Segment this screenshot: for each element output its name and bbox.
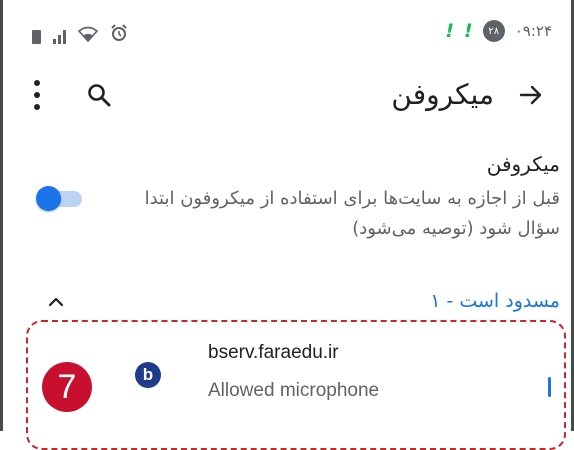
search-icon[interactable]: [86, 82, 112, 108]
notification-count-badge: ۲۸: [482, 20, 505, 42]
site-url[interactable]: bserv.faraedu.ir: [208, 342, 339, 364]
ask-first-toggle[interactable]: [36, 186, 84, 211]
status-icons-left: [32, 24, 128, 44]
setting-title: میکروفن: [486, 152, 560, 176]
site-row-indicator: [548, 377, 551, 397]
signal-icon: [53, 30, 66, 44]
wifi-icon: [77, 26, 99, 44]
site-favicon-icon: b: [135, 362, 161, 388]
back-arrow-icon[interactable]: [518, 82, 544, 108]
toggle-thumb: [36, 186, 61, 211]
alert-icon: !: [445, 20, 455, 42]
chevron-up-icon[interactable]: [46, 292, 66, 312]
alert-icon: !: [464, 20, 473, 42]
more-vert-icon[interactable]: [30, 80, 44, 110]
alarm-icon: [110, 24, 128, 44]
step-number-badge: 7: [42, 362, 92, 412]
status-clock: ۰۹:۲۴: [514, 22, 552, 40]
setting-description: قبل از اجازه به سایت‌ها برای استفاده از …: [144, 188, 560, 239]
blocked-section-header[interactable]: مسدود است - ۱: [430, 290, 560, 312]
app-bar: میکروفن: [0, 60, 574, 132]
page-title: میکروفن: [391, 78, 494, 111]
sim-icon: [32, 30, 41, 44]
status-icons-right: ! ! ۲۸ ۰۹:۲۴: [445, 20, 552, 42]
status-bar: ! ! ۲۸ ۰۹:۲۴: [0, 0, 574, 56]
site-permission-status: Allowed microphone: [208, 380, 380, 401]
